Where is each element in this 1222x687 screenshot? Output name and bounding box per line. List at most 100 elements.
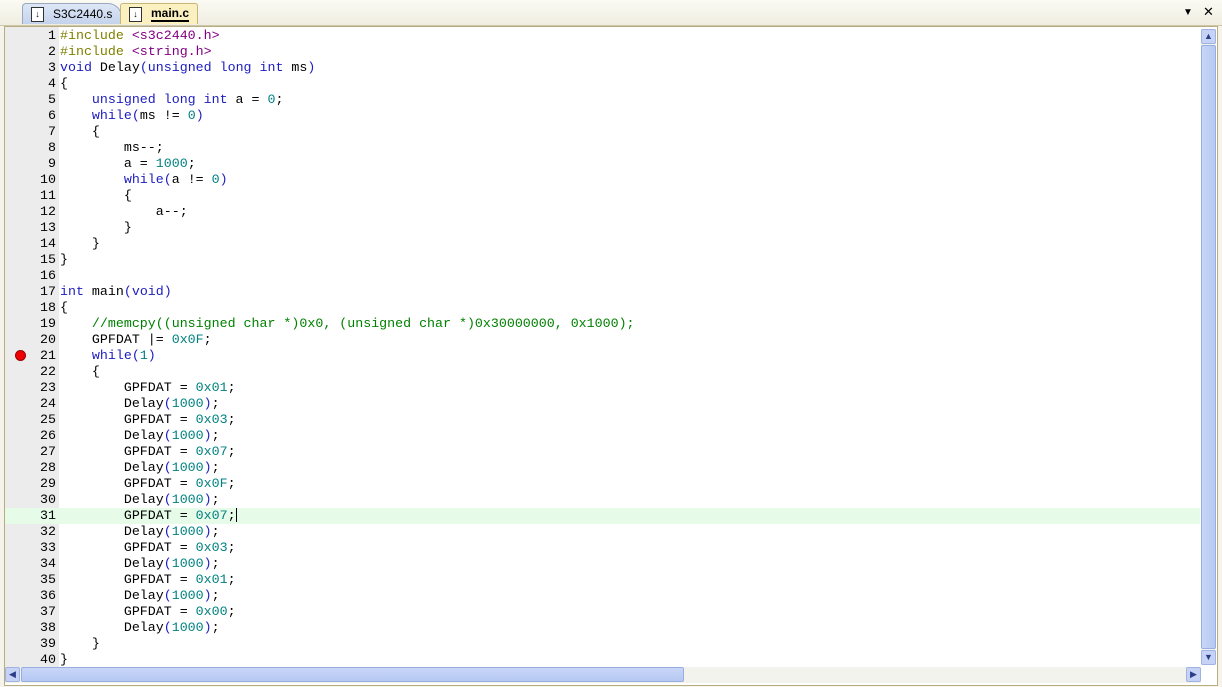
code-line[interactable]: 7 {: [5, 124, 1200, 140]
vertical-scroll-thumb[interactable]: [1201, 45, 1216, 649]
code-line[interactable]: 20 GPFDAT |= 0x0F;: [5, 332, 1200, 348]
code-token: ;: [227, 540, 236, 555]
line-number: 7: [48, 124, 56, 139]
line-number: 31: [40, 508, 56, 523]
line-text: Delay(1000);: [60, 396, 220, 412]
code-token: ms--;: [60, 140, 164, 155]
line-text: #include <s3c2440.h>: [60, 28, 220, 44]
code-line[interactable]: 37 GPFDAT = 0x00;: [5, 604, 1200, 620]
code-line[interactable]: 21 while(1): [5, 348, 1200, 364]
code-token: 0x01: [195, 572, 228, 587]
line-text: {: [60, 300, 68, 316]
code-token: Delay: [60, 492, 164, 507]
code-line[interactable]: 15}: [5, 252, 1200, 268]
line-number: 30: [40, 492, 56, 507]
tab-main-c[interactable]: ↓ main.c: [120, 3, 198, 24]
code-line[interactable]: 25 GPFDAT = 0x03;: [5, 412, 1200, 428]
code-token: void: [60, 60, 92, 75]
code-editor[interactable]: 1 #include <s3c2440.h> 2 #include <string.h…: [4, 26, 1218, 686]
line-text: }: [60, 652, 68, 668]
code-token: 1: [139, 348, 148, 363]
horizontal-scroll-thumb[interactable]: [21, 667, 684, 682]
line-number: 22: [40, 364, 56, 379]
code-area[interactable]: 1 #include <s3c2440.h> 2 #include <string.h…: [5, 28, 1200, 668]
code-line[interactable]: 30 Delay(1000);: [5, 492, 1200, 508]
line-text: GPFDAT = 0x01;: [60, 572, 236, 588]
tab-list-dropdown-icon[interactable]: ▼: [1183, 7, 1193, 18]
code-token: unsigned long int: [147, 60, 284, 75]
line-number: 4: [48, 76, 56, 91]
code-line[interactable]: 36 Delay(1000);: [5, 588, 1200, 604]
code-token: 1000: [171, 428, 204, 443]
code-token: ): [203, 524, 212, 539]
code-token: (: [163, 396, 172, 411]
code-line[interactable]: 14 }: [5, 236, 1200, 252]
line-text: a = 1000;: [60, 156, 196, 172]
code-line[interactable]: 22 {: [5, 364, 1200, 380]
line-number: 2: [48, 44, 56, 59]
code-line[interactable]: 38 Delay(1000);: [5, 620, 1200, 636]
code-token: ms !=: [139, 108, 188, 123]
code-line[interactable]: 11 {: [5, 188, 1200, 204]
code-line[interactable]: 12 a--;: [5, 204, 1200, 220]
line-number: 3: [48, 60, 56, 75]
code-line[interactable]: 8 ms--;: [5, 140, 1200, 156]
code-token: {: [60, 124, 100, 139]
code-line[interactable]: 27 GPFDAT = 0x07;: [5, 444, 1200, 460]
scroll-right-icon[interactable]: ▶: [1186, 667, 1201, 682]
line-number: 40: [40, 652, 56, 667]
code-token: 0x07: [195, 444, 228, 459]
scroll-up-icon[interactable]: ▲: [1201, 29, 1216, 44]
line-text: Delay(1000);: [60, 524, 220, 540]
code-line[interactable]: 23 GPFDAT = 0x01;: [5, 380, 1200, 396]
code-line[interactable]: 31 GPFDAT = 0x07;: [5, 508, 1200, 524]
tab-s3c2440-s[interactable]: ↓ S3C2440.s: [22, 3, 122, 24]
code-line[interactable]: 39 }: [5, 636, 1200, 652]
code-token: 1000: [171, 396, 204, 411]
scroll-left-icon[interactable]: ◀: [5, 667, 20, 682]
code-token: <s3c2440.h>: [131, 28, 220, 43]
horizontal-scrollbar[interactable]: ◀ ▶: [5, 667, 1201, 683]
line-number: 36: [40, 588, 56, 603]
line-text: ms--;: [60, 140, 164, 156]
code-token: }: [60, 652, 68, 667]
code-line[interactable]: 33 GPFDAT = 0x03;: [5, 540, 1200, 556]
code-line[interactable]: 18 {: [5, 300, 1200, 316]
code-line[interactable]: 16: [5, 268, 1200, 284]
line-number: 37: [40, 604, 56, 619]
code-line[interactable]: 26 Delay(1000);: [5, 428, 1200, 444]
code-line[interactable]: 2 #include <string.h>: [5, 44, 1200, 60]
code-line[interactable]: 19 //memcpy((unsigned char *)0x0, (unsig…: [5, 316, 1200, 332]
code-line[interactable]: 17 int main(void): [5, 284, 1200, 300]
code-line[interactable]: 6 while(ms != 0): [5, 108, 1200, 124]
code-token: ;: [211, 460, 220, 475]
scroll-down-icon[interactable]: ▼: [1201, 650, 1216, 665]
code-token: ): [163, 284, 172, 299]
code-line[interactable]: 13 }: [5, 220, 1200, 236]
line-number: 9: [48, 156, 56, 171]
code-line[interactable]: 9 a = 1000;: [5, 156, 1200, 172]
code-line[interactable]: 5 unsigned long int a = 0;: [5, 92, 1200, 108]
code-line[interactable]: 10 while(a != 0): [5, 172, 1200, 188]
line-text: unsigned long int a = 0;: [60, 92, 284, 108]
code-line[interactable]: 32 Delay(1000);: [5, 524, 1200, 540]
code-line[interactable]: 28 Delay(1000);: [5, 460, 1200, 476]
code-line[interactable]: 40}: [5, 652, 1200, 668]
code-line[interactable]: 24 Delay(1000);: [5, 396, 1200, 412]
code-line[interactable]: 1 #include <s3c2440.h>: [5, 28, 1200, 44]
code-line[interactable]: 29 GPFDAT = 0x0F;: [5, 476, 1200, 492]
code-line[interactable]: 35 GPFDAT = 0x01;: [5, 572, 1200, 588]
code-line[interactable]: 4{: [5, 76, 1200, 92]
close-icon[interactable]: ✕: [1203, 4, 1214, 20]
code-token: {: [60, 300, 68, 315]
line-text: {: [60, 76, 68, 92]
code-line[interactable]: 3 void Delay(unsigned long int ms): [5, 60, 1200, 76]
line-number: 34: [40, 556, 56, 571]
code-token: (: [163, 588, 172, 603]
line-text: Delay(1000);: [60, 588, 220, 604]
code-token: void: [131, 284, 164, 299]
code-token: ): [203, 428, 212, 443]
line-text: }: [60, 236, 100, 252]
vertical-scrollbar[interactable]: ▲ ▼: [1201, 29, 1216, 665]
code-line[interactable]: 34 Delay(1000);: [5, 556, 1200, 572]
